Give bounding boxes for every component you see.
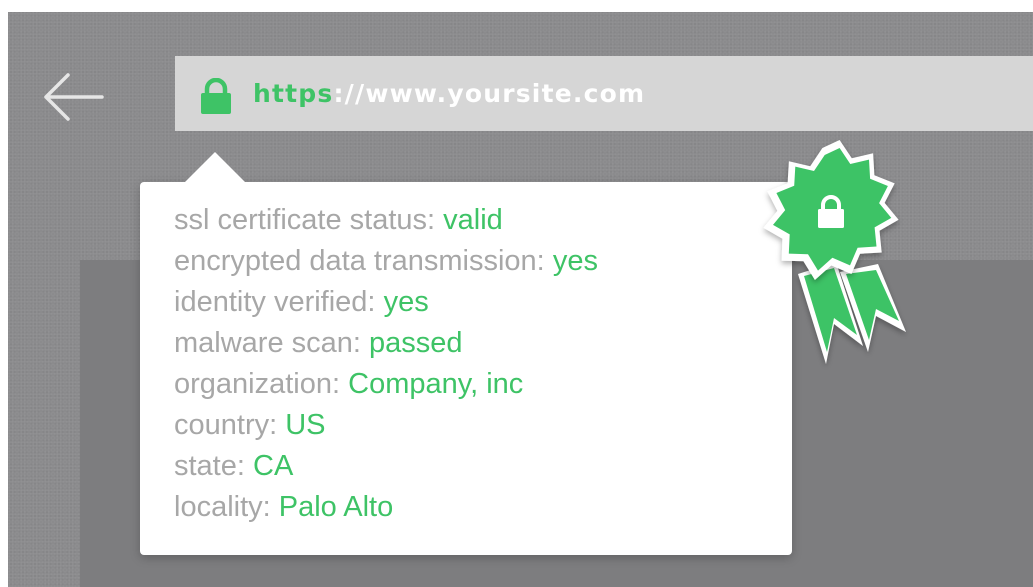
- back-button[interactable]: [38, 70, 108, 124]
- info-row-state: state: CA: [174, 446, 598, 487]
- info-label: organization:: [174, 368, 341, 400]
- info-value: Company, inc: [348, 368, 524, 400]
- info-value: passed: [369, 327, 463, 359]
- info-value: CA: [253, 450, 294, 482]
- info-row-malware-scan: malware scan: passed: [174, 323, 598, 364]
- browser-window: https://www.yoursite.com ssl certificate…: [8, 12, 1033, 587]
- info-row-country: country: US: [174, 405, 598, 446]
- url-domain: ://www.yoursite.com: [333, 79, 646, 108]
- address-bar[interactable]: https://www.yoursite.com: [175, 56, 1033, 131]
- secure-seal-badge-icon: [763, 140, 906, 364]
- info-value: Palo Alto: [278, 491, 394, 523]
- info-label: locality:: [174, 491, 271, 523]
- url-scheme: https: [253, 79, 334, 108]
- info-value: yes: [383, 286, 429, 318]
- arrow-left-icon: [44, 73, 104, 121]
- info-row-encryption: encrypted data transmission: yes: [174, 241, 598, 282]
- info-label: country:: [174, 409, 278, 441]
- info-row-ssl-status: ssl certificate status: valid: [174, 200, 598, 241]
- info-row-identity: identity verified: yes: [174, 282, 598, 323]
- certificate-info-list: ssl certificate status: valid encrypted …: [174, 200, 598, 528]
- info-value: valid: [443, 204, 503, 236]
- info-value: US: [285, 409, 326, 441]
- info-row-locality: locality: Palo Alto: [174, 487, 598, 528]
- url-text[interactable]: https://www.yoursite.com: [253, 79, 645, 109]
- info-label: identity verified:: [174, 286, 376, 318]
- info-label: state:: [174, 450, 245, 482]
- info-label: malware scan:: [174, 327, 361, 359]
- certificate-info-popup: ssl certificate status: valid encrypted …: [140, 152, 792, 555]
- info-row-organization: organization: Company, inc: [174, 364, 598, 405]
- info-label: encrypted data transmission:: [174, 245, 545, 277]
- popup-pointer: [185, 152, 245, 182]
- info-label: ssl certificate status:: [174, 204, 436, 236]
- lock-icon[interactable]: [199, 78, 233, 114]
- info-value: yes: [552, 245, 598, 277]
